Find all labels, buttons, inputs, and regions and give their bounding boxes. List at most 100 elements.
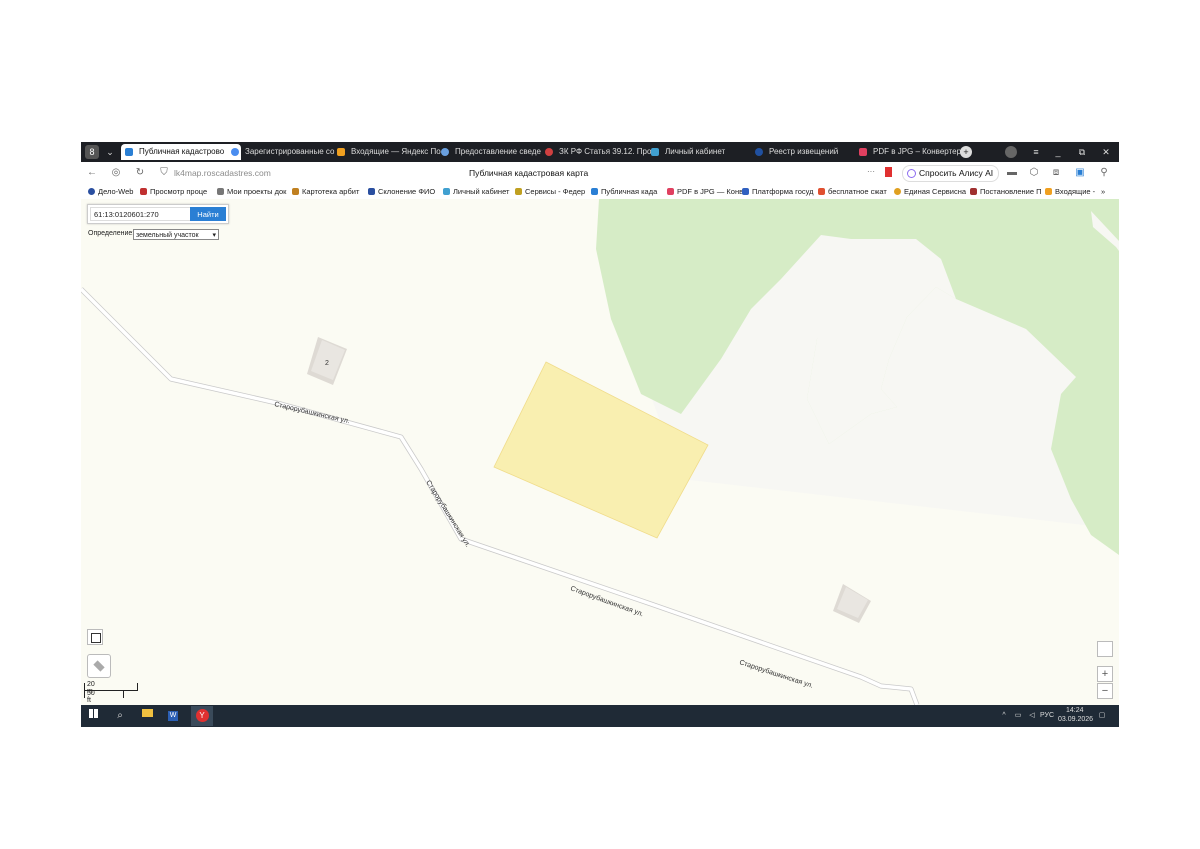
alice-icon (907, 169, 916, 178)
chevron-down-icon: ▾ (212, 232, 216, 239)
bookmark-label: Сервисы - Федер (525, 187, 586, 196)
bookmark-icon (667, 188, 674, 195)
bookmarks-more-icon[interactable]: » (1101, 186, 1113, 197)
close-window-icon[interactable]: ✕ (1099, 145, 1113, 159)
yandex-browser-icon[interactable]: Y (191, 706, 213, 726)
hamburger-menu-icon[interactable]: ≡ (1029, 145, 1043, 159)
zoom-in-button[interactable]: + (1097, 666, 1113, 682)
restore-icon[interactable]: ⧉ (1075, 145, 1089, 159)
chevron-down-icon[interactable]: ⌄ (103, 145, 117, 159)
layers-icon (93, 660, 105, 672)
map-svg: 2 Старорубашкинская ул. Старорубашкинска… (81, 199, 1119, 705)
shield-icon[interactable]: ⛉ (157, 166, 171, 180)
bookmark-delo-web[interactable]: Дело-Web (88, 186, 148, 197)
bookmark-compress[interactable]: бесплатное сжат (818, 186, 896, 197)
bookmark-label: Платформа госуд (752, 187, 814, 196)
clearing-area (807, 239, 956, 444)
bookmark-icon (515, 188, 522, 195)
bookmark-icon (88, 188, 95, 195)
cadastre-number-input[interactable] (90, 207, 194, 221)
bookmark-cabinet[interactable]: Личный кабинет (443, 186, 519, 197)
minimize-icon[interactable]: _ (1051, 145, 1065, 159)
bookmark-label: Картотека арбит (302, 187, 360, 196)
notifications-icon[interactable]: ⚲ (1097, 166, 1111, 180)
tab-pdf[interactable]: PDF в JPG – Конвертер F (855, 144, 973, 160)
windows-start-icon[interactable] (86, 709, 100, 723)
screenshot: 8 ⌄ Публичная кадастрово × Зарегистриров… (81, 142, 1119, 727)
gov-icon (441, 148, 449, 156)
network-icon[interactable]: ▭ (1011, 709, 1025, 723)
map-canvas[interactable]: 2 Старорубашкинская ул. Старорубашкинска… (81, 199, 1119, 705)
chevron-up-icon[interactable]: ^ (997, 709, 1011, 723)
address-bar: ← ◎ ↻ ⛉ lk4map.roscadastres.com Публична… (81, 162, 1119, 184)
bookmark-icon (591, 188, 598, 195)
new-tab-button[interactable]: + (960, 146, 972, 158)
search-button[interactable]: Найти (190, 207, 226, 221)
back-icon[interactable]: ← (85, 166, 99, 180)
url-field[interactable]: lk4map.roscadastres.com (174, 168, 271, 178)
bookmark-icon (1045, 188, 1052, 195)
volume-icon[interactable]: ◁ (1025, 709, 1039, 723)
tab-label: Входящие — Яндекс По (351, 147, 441, 156)
bookmark-platform[interactable]: Платформа госуд (742, 186, 820, 197)
bookmarks-bar: Дело-Web Просмотр проце Мои проекты док … (81, 184, 1119, 200)
tab-label: PDF в JPG – Конвертер F (873, 147, 969, 156)
basemap-toggle-button[interactable] (87, 629, 103, 645)
bookmark-icon (217, 188, 224, 195)
avatar[interactable] (1005, 146, 1017, 158)
bookmark-pkk[interactable]: Публичная када (591, 186, 669, 197)
protect-icon[interactable]: ◎ (109, 166, 123, 180)
bookmark-process[interactable]: Просмотр проце (140, 186, 219, 197)
tab-label: ЗК РФ Статья 39.12. Про (559, 147, 652, 156)
bookmark-kartoteka[interactable]: Картотека арбит (292, 186, 369, 197)
tab-mail[interactable]: Входящие — Яндекс По (333, 144, 451, 160)
more-icon[interactable]: ··· (867, 167, 875, 176)
tab-label: Личный кабинет (665, 147, 726, 156)
fullscreen-button[interactable] (1097, 641, 1113, 657)
search-icon[interactable]: ⌕ (113, 709, 127, 723)
tab-gov[interactable]: Предоставление сведе (437, 144, 555, 160)
collections-icon[interactable]: ⧈ (1049, 166, 1063, 180)
building-number: 2 (325, 360, 329, 367)
bookmark-pdf[interactable]: PDF в JPG — Конв (667, 186, 745, 197)
downloads-icon[interactable]: ▣ (1073, 166, 1087, 180)
extensions-icon[interactable]: ⬡ (1027, 166, 1041, 180)
bookmark-icon[interactable] (885, 167, 892, 177)
ask-alice-button[interactable]: Спросить Алису AI (902, 165, 1000, 182)
windows-taskbar: ⌕ W Y ^ ▭ ◁ РУС 14:24 03.09.2026 ▢ (81, 705, 1119, 727)
registry-icon (755, 148, 763, 156)
reload-icon[interactable]: ↻ (133, 166, 147, 180)
bookmark-label: Единая Сервисна (904, 187, 967, 196)
bookmark-label: PDF в JPG — Конв (677, 187, 744, 196)
tab-cabinet[interactable]: Личный кабинет (647, 144, 765, 160)
page-title: Публичная кадастровая карта (469, 168, 589, 178)
bookmark-decree[interactable]: Постановление П (970, 186, 1048, 197)
zoom-out-button[interactable]: − (1097, 683, 1113, 699)
clock-time[interactable]: 14:24 (1066, 707, 1084, 714)
bookmark-label: бесплатное сжат (828, 187, 887, 196)
notification-center-icon[interactable]: ▢ (1095, 709, 1109, 723)
bookmark-fio[interactable]: Склонение ФИО (368, 186, 444, 197)
scale-imperial: 50 ft (87, 690, 95, 704)
bookmark-services[interactable]: Сервисы - Федер (515, 186, 593, 197)
layers-button[interactable] (87, 654, 111, 678)
bookmark-icon (368, 188, 375, 195)
cadastre-search: Найти (87, 204, 229, 224)
tab-pkk[interactable]: Публичная кадастрово × (121, 144, 241, 160)
bookmark-service-desk[interactable]: Единая Сервисна (894, 186, 972, 197)
tab-law[interactable]: ЗК РФ Статья 39.12. Про (541, 144, 659, 160)
definition-select[interactable]: земельный участок ▾ (133, 229, 219, 240)
pdf-icon (859, 148, 867, 156)
bookmark-label: Дело-Web (98, 187, 134, 196)
file-explorer-icon[interactable] (140, 709, 154, 723)
bookmark-projects[interactable]: Мои проекты док (217, 186, 295, 197)
yandex-menu-icon[interactable]: 8 (85, 145, 99, 159)
clock-date[interactable]: 03.09.2026 (1058, 716, 1093, 723)
tab-label: Зарегистрированные со (245, 147, 335, 156)
tab-registry[interactable]: Реестр извещений (751, 144, 869, 160)
doc-icon (231, 148, 239, 156)
tab-registered[interactable]: Зарегистрированные со (227, 144, 345, 160)
language-indicator[interactable]: РУС (1040, 712, 1054, 719)
cast-icon[interactable]: ▬ (1005, 166, 1019, 180)
word-icon[interactable]: W (166, 709, 180, 723)
